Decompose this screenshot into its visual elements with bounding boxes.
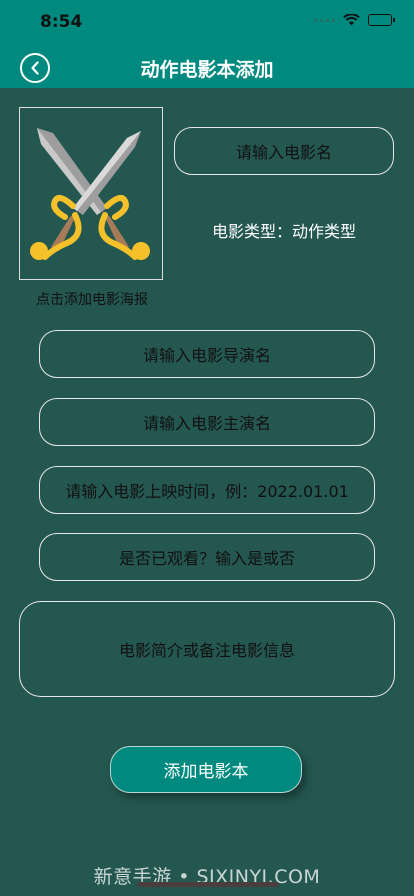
page-title: 动作电影本添加	[140, 59, 274, 81]
release-date-input[interactable]: 请输入电影上映时间，例：2022.01.01	[39, 466, 375, 514]
watched-input[interactable]: 是否已观看？输入是或否	[39, 533, 375, 581]
wifi-icon	[343, 14, 360, 26]
status-icons	[314, 14, 395, 26]
director-input[interactable]: 请输入电影导演名	[39, 330, 375, 378]
status-time: 8:54	[40, 12, 83, 32]
actor-input[interactable]: 请输入电影主演名	[39, 398, 375, 446]
movie-title-input[interactable]: 请输入电影名	[174, 127, 394, 175]
home-indicator	[137, 882, 279, 887]
add-movie-button[interactable]: 添加电影本	[110, 746, 302, 793]
poster-caption: 点击添加电影海报	[36, 292, 148, 308]
battery-icon	[368, 14, 395, 26]
crossed-swords-icon	[30, 128, 150, 260]
genre-label: 电影类型：动作类型	[211, 222, 356, 241]
notes-input[interactable]: 电影简介或备注电影信息	[19, 601, 395, 697]
nav-bar: 动作电影本添加	[0, 44, 414, 88]
poster-upload[interactable]	[19, 107, 163, 280]
status-bar: 8:54	[0, 0, 414, 44]
signal-icon	[314, 18, 335, 22]
